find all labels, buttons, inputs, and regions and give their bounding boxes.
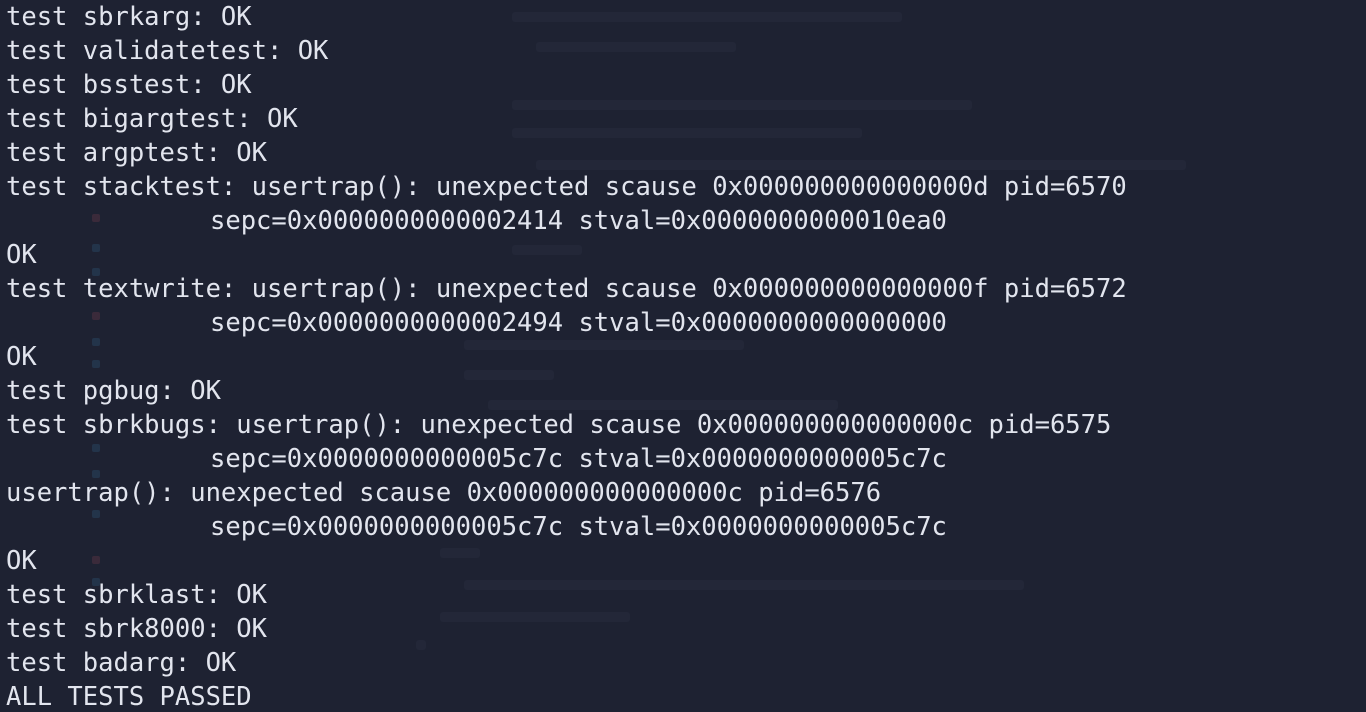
terminal-line: test pgbug: OK [6, 376, 221, 406]
terminal-output: test sbrkarg: OK test validatetest: OK tes… [6, 0, 1127, 712]
terminal-line: test sbrkbugs: usertrap(): unexpected sc… [6, 410, 1112, 440]
terminal-line: sepc=0x0000000000005c7c stval=0x00000000… [210, 512, 947, 542]
terminal-line: test validatetest: OK [6, 36, 329, 66]
terminal-line: test argptest: OK [6, 138, 267, 168]
terminal-line: test bsstest: OK [6, 70, 252, 100]
terminal-line: sepc=0x0000000000002494 stval=0x00000000… [210, 308, 947, 338]
terminal-line: OK [6, 342, 37, 372]
terminal-window[interactable]: test sbrkarg: OK test validatetest: OK tes… [0, 0, 1366, 712]
terminal-line: test sbrkarg: OK [6, 2, 252, 32]
terminal-line: test badarg: OK [6, 648, 237, 678]
terminal-line: test bigargtest: OK [6, 104, 298, 134]
terminal-line: test stacktest: usertrap(): unexpected s… [6, 172, 1127, 202]
terminal-line: OK [6, 546, 37, 576]
terminal-line: ALL TESTS PASSED [6, 682, 252, 712]
terminal-line: test sbrklast: OK [6, 580, 267, 610]
terminal-line: test textwrite: usertrap(): unexpected s… [6, 274, 1127, 304]
terminal-line: sepc=0x0000000000005c7c stval=0x00000000… [210, 444, 947, 474]
terminal-line: OK [6, 240, 37, 270]
terminal-line: usertrap(): unexpected scause 0x00000000… [6, 478, 882, 508]
terminal-line: sepc=0x0000000000002414 stval=0x00000000… [210, 206, 947, 236]
terminal-line: test sbrk8000: OK [6, 614, 267, 644]
